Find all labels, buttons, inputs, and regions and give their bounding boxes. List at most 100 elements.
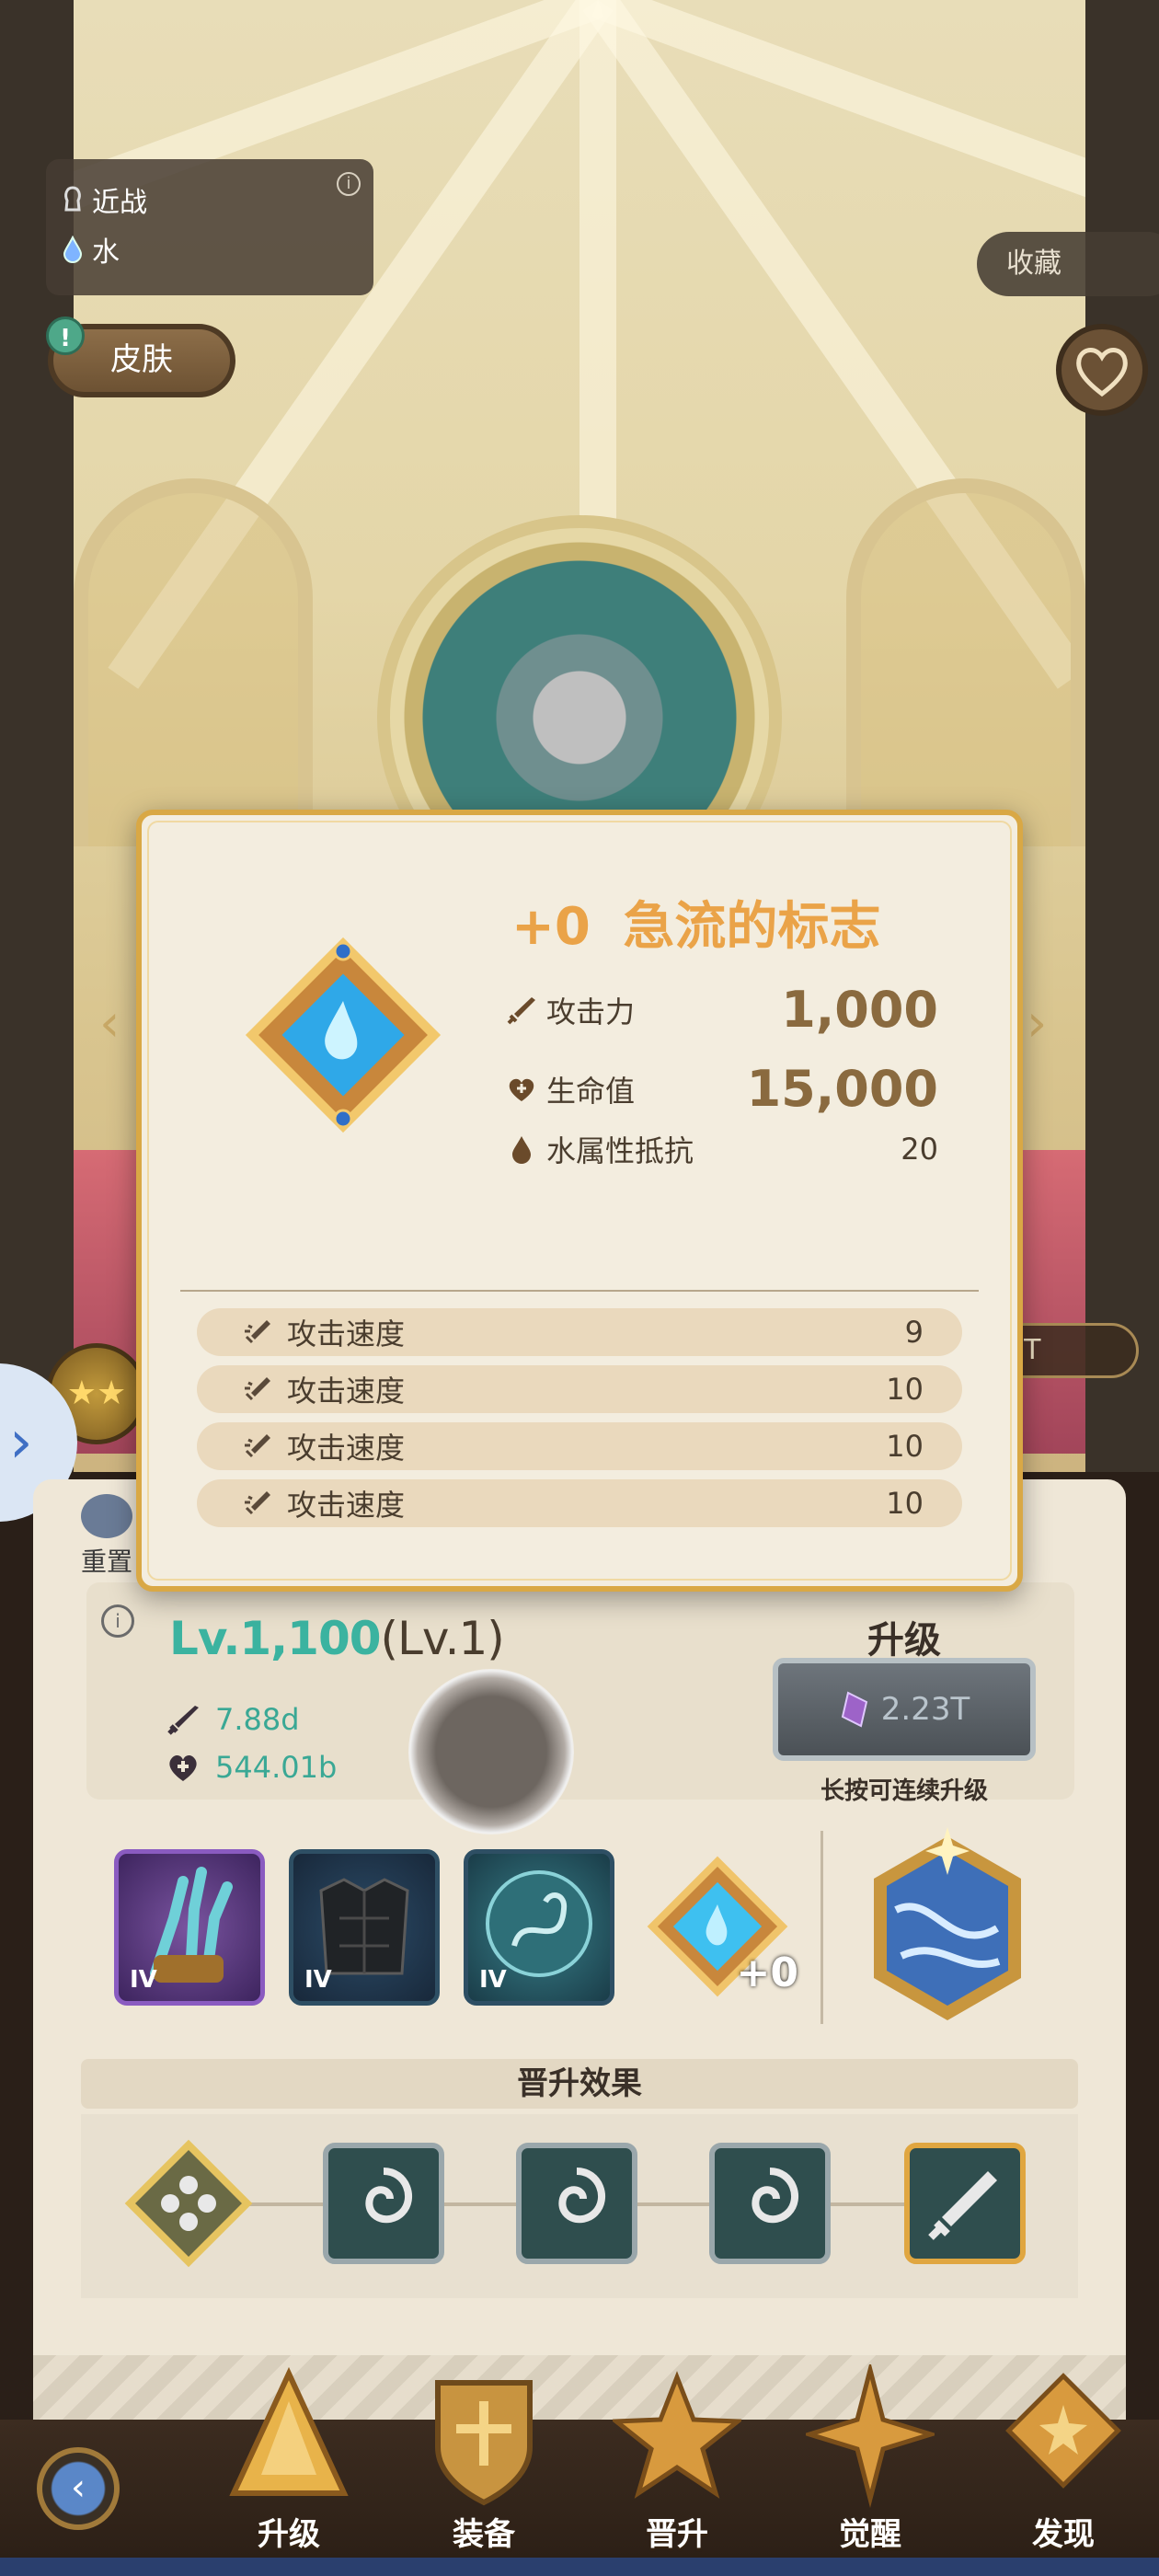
chevron-left-icon: ‹ xyxy=(71,2467,86,2509)
sword-icon xyxy=(904,2143,1026,2264)
nav-label: 升级 xyxy=(258,2516,320,2553)
item-title: +0 急流的标志 xyxy=(511,885,880,960)
nav-label: 发现 xyxy=(1032,2516,1095,2553)
collect-button[interactable]: 收藏 xyxy=(977,232,1159,296)
reset-button[interactable]: 重置 xyxy=(79,1494,134,1579)
panel-bottom-stripes xyxy=(33,2355,1126,2420)
chevron-right-icon: › xyxy=(9,1409,33,1477)
equipment-slot-amulet[interactable]: IV xyxy=(464,1849,614,2006)
back-button[interactable]: ‹ xyxy=(37,2447,120,2530)
stat-label: 水属性抵抗 xyxy=(546,1133,694,1168)
equipment-rank: IV xyxy=(130,1966,157,1994)
substat-row: 攻击速度 10 xyxy=(197,1422,962,1470)
substat-row: 攻击速度 9 xyxy=(197,1308,962,1356)
stat-row-attack: 攻击力 1,000 xyxy=(506,981,938,1039)
upgrade-title: 升级 xyxy=(867,1619,941,1662)
upgrade-triangle-icon xyxy=(229,2366,349,2496)
substat-label: 攻击速度 xyxy=(287,1374,406,1409)
nav-label: 装备 xyxy=(453,2516,515,2553)
upgrade-cost: 2.23T xyxy=(880,1691,970,1728)
nav-equipment[interactable]: 装备 xyxy=(410,2364,557,2558)
equipment-slot-emblem[interactable]: +0 xyxy=(635,1840,800,2015)
attack-value: 7.88d xyxy=(215,1702,300,1737)
equipment-rank: IV xyxy=(479,1966,507,1994)
attack-speed-icon xyxy=(245,1320,270,1344)
nav-label: 觉醒 xyxy=(839,2516,901,2553)
substat-label: 攻击速度 xyxy=(287,1317,406,1351)
nav-discover[interactable]: 发现 xyxy=(990,2364,1137,2558)
nav-upgrade[interactable]: 升级 xyxy=(215,2364,362,2558)
equipment-slot-armor[interactable]: IV xyxy=(289,1849,440,2006)
sparkle-star-icon xyxy=(806,2364,935,2508)
stat-value: 20 xyxy=(901,1132,938,1167)
heart-plus-icon xyxy=(169,1754,197,1781)
hp-stat: 544.01b xyxy=(166,1750,337,1785)
substat-value: 10 xyxy=(886,1429,924,1464)
info-icon[interactable]: i xyxy=(101,1604,134,1638)
storm-crest-icon xyxy=(874,1827,1021,2020)
attack-stat: 7.88d xyxy=(166,1702,300,1737)
substat-row: 攻击速度 10 xyxy=(197,1365,962,1413)
upgrade-button[interactable]: 2.23T xyxy=(773,1658,1036,1761)
nav-label: 晋升 xyxy=(646,2516,708,2553)
special-equipment-slot[interactable] xyxy=(841,1827,1054,2030)
promotion-node-2[interactable] xyxy=(315,2134,453,2272)
vortex-icon xyxy=(516,2143,637,2264)
crystal-icon xyxy=(841,1691,867,1728)
equipment-divider xyxy=(820,1831,823,2024)
water-drop-icon xyxy=(512,1136,531,1164)
item-name: 急流的标志 xyxy=(623,897,881,957)
nav-promotion[interactable]: 晋升 xyxy=(603,2364,751,2558)
item-image xyxy=(228,920,458,1150)
chevron-right-icon[interactable]: › xyxy=(1027,994,1047,1053)
substat-label: 攻击速度 xyxy=(287,1488,406,1523)
stat-row-water-resist: 水属性抵抗 20 xyxy=(506,1128,938,1170)
substat-value: 10 xyxy=(886,1372,924,1407)
sword-icon xyxy=(167,1706,199,1735)
substat-value: 10 xyxy=(886,1486,924,1521)
water-drop-icon xyxy=(63,236,83,263)
substat-row: 攻击速度 10 xyxy=(197,1479,962,1527)
heart-plus-icon xyxy=(509,1078,534,1101)
cluster-icon xyxy=(124,2139,253,2268)
attack-speed-icon xyxy=(245,1377,270,1401)
vortex-icon xyxy=(709,2143,831,2264)
item-enhance: +0 xyxy=(511,897,591,957)
hero-type-melee: 近战 xyxy=(92,187,147,219)
stat-label: 攻击力 xyxy=(546,994,636,1029)
tap-indicator-orb xyxy=(408,1669,574,1834)
chevron-left-icon[interactable]: ‹ xyxy=(99,994,120,1053)
exclamation-icon: ! xyxy=(46,316,85,355)
attack-speed-icon xyxy=(245,1434,270,1458)
substat-label: 攻击速度 xyxy=(287,1431,406,1466)
promotion-node-1[interactable] xyxy=(120,2134,258,2272)
stat-value: 1,000 xyxy=(781,981,938,1039)
popup-divider xyxy=(180,1290,979,1292)
diamond-star-icon xyxy=(1005,2373,1121,2489)
emblem-enhance-level: +0 xyxy=(736,1949,798,1996)
nav-awaken[interactable]: 觉醒 xyxy=(797,2364,944,2558)
attack-speed-icon xyxy=(245,1491,270,1515)
substat-value: 9 xyxy=(904,1315,924,1350)
upgrade-hint: 长按可连续升级 xyxy=(820,1777,988,1805)
promotion-node-5[interactable] xyxy=(896,2134,1034,2272)
bottom-nav xyxy=(0,2420,1159,2576)
nav-bottom-bar xyxy=(0,2558,1159,2576)
heart-icon xyxy=(1076,348,1128,397)
favorite-heart-button[interactable] xyxy=(1056,324,1148,416)
stat-value: 15,000 xyxy=(746,1060,938,1118)
info-icon[interactable]: i xyxy=(337,172,361,196)
promotion-effect-title: 晋升效果 xyxy=(81,2059,1078,2109)
melee-icon xyxy=(64,186,81,212)
shield-icon xyxy=(435,2380,533,2506)
hero-level: Lv.1,100(Lv.1) xyxy=(169,1612,505,1665)
equipment-slot-gloves[interactable]: IV xyxy=(114,1849,265,2006)
item-detail-popup[interactable]: +0 急流的标志 攻击力 1,000 生命值 15,000 水属性抵抗 20 攻… xyxy=(136,810,1023,1592)
promotion-node-4[interactable] xyxy=(701,2134,839,2272)
water-emblem-icon xyxy=(245,937,442,1133)
hp-value: 544.01b xyxy=(215,1750,338,1785)
vortex-icon xyxy=(323,2143,444,2264)
promotion-node-3[interactable] xyxy=(508,2134,646,2272)
reset-icon xyxy=(81,1494,132,1538)
star-icon xyxy=(613,2371,741,2499)
